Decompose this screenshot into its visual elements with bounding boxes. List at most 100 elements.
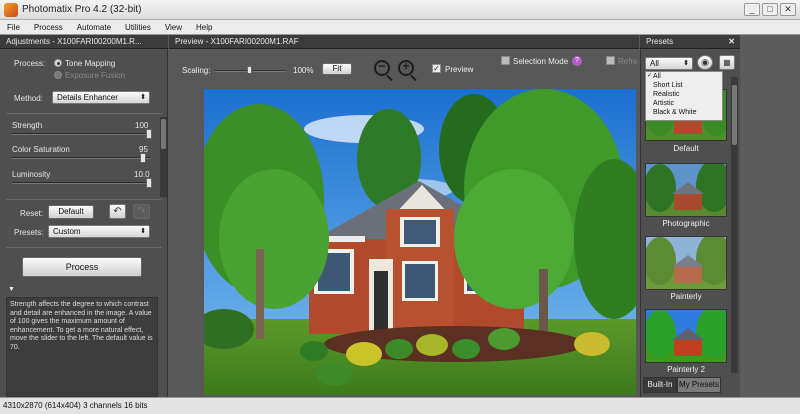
- presets-value: Custom: [53, 227, 81, 236]
- process-button[interactable]: Process: [22, 257, 142, 277]
- selection-mode-label: Selection Mode: [513, 57, 569, 66]
- thumb-photo: [646, 164, 726, 216]
- method-dropdown[interactable]: Details Enhancer ⬍: [52, 91, 150, 104]
- strength-track[interactable]: [12, 133, 150, 135]
- filter-option-black-white[interactable]: Black & White: [646, 108, 722, 117]
- undo-icon[interactable]: ↶: [109, 204, 126, 219]
- preview-toolbar: Scaling: 100% Fit − + ✓ Preview Selectio…: [169, 49, 639, 87]
- filter-option-short-list[interactable]: Short List: [646, 81, 722, 90]
- preview-checkbox[interactable]: ✓: [432, 64, 441, 73]
- zoom-in-icon[interactable]: +: [398, 59, 414, 76]
- window-controls: _ □ ✕: [744, 3, 796, 16]
- preset-label-default[interactable]: Default: [645, 144, 727, 153]
- preset-filter-value: All: [650, 59, 659, 68]
- adjustments-header: Adjustments - X100FARI00200M1.R...: [0, 35, 168, 49]
- method-label: Method:: [14, 94, 43, 103]
- scaling-label: Scaling:: [182, 66, 211, 75]
- refresh-label: Refre: [618, 57, 638, 66]
- preset-thumb-painterly-2[interactable]: [645, 309, 727, 363]
- filter-option-artistic[interactable]: Artistic: [646, 99, 722, 108]
- tab-built-in[interactable]: Built-In: [643, 377, 677, 393]
- tab-my-presets[interactable]: My Presets: [677, 377, 721, 393]
- menu-file[interactable]: File: [0, 20, 27, 34]
- divider: [6, 247, 162, 248]
- scrollbar-thumb[interactable]: [732, 85, 737, 145]
- preset-thumb-photographic[interactable]: [645, 163, 727, 217]
- strength-slider-thumb[interactable]: [146, 129, 152, 139]
- presets-header: Presets ✕: [640, 35, 740, 49]
- preset-options-icon[interactable]: ◉: [697, 55, 713, 70]
- menu-process[interactable]: Process: [27, 20, 70, 34]
- scaling-slider-thumb[interactable]: [247, 66, 252, 74]
- thumb-photo: [646, 237, 726, 289]
- preset-thumb-painterly[interactable]: [645, 236, 727, 290]
- default-button[interactable]: Default: [48, 205, 94, 219]
- adjustments-title: Adjustments - X100FARI00200M1.R...: [6, 37, 142, 46]
- redo-icon[interactable]: ↷: [133, 204, 150, 219]
- minimize-button[interactable]: _: [744, 3, 760, 16]
- filter-option-realistic[interactable]: Realistic: [646, 90, 722, 99]
- filter-option-all[interactable]: All: [646, 72, 722, 81]
- menu-automate[interactable]: Automate: [70, 20, 118, 34]
- method-value: Details Enhancer: [57, 93, 118, 102]
- menu-utilities[interactable]: Utilities: [118, 20, 158, 34]
- close-window-button[interactable]: ✕: [780, 3, 796, 16]
- saturation-label: Color Saturation: [12, 145, 70, 154]
- scrollbar-thumb[interactable]: [161, 119, 166, 149]
- presets-panel: All ⬍ ◉ ▦ All Short List Realistic Artis…: [640, 49, 740, 397]
- preset-label-painterly[interactable]: Painterly: [645, 292, 727, 301]
- presets-dropdown[interactable]: Custom ⬍: [48, 225, 150, 238]
- preset-label-painterly-2[interactable]: Painterly 2: [645, 365, 727, 374]
- presets-label: Presets:: [14, 228, 44, 237]
- preset-filter-menu: All Short List Realistic Artistic Black …: [645, 71, 723, 121]
- description-box: Strength affects the degree to which con…: [6, 297, 158, 397]
- status-bar: 4310x2870 (614x404) 3 channels 16 bits: [0, 397, 800, 414]
- presets-scrollbar[interactable]: [731, 77, 738, 373]
- zoom-out-icon[interactable]: −: [374, 59, 390, 76]
- presets-title: Presets: [646, 37, 674, 46]
- preview-label: Preview: [445, 65, 474, 74]
- thumb-photo: [646, 310, 726, 362]
- collapse-triangle-icon[interactable]: ▼: [8, 286, 15, 293]
- chevron-updown-icon: ⬍: [140, 228, 146, 235]
- selection-mode-checkbox[interactable]: [501, 56, 510, 65]
- adjustments-scrollbar[interactable]: [160, 117, 167, 197]
- window-title: Photomatix Pro 4.2 (32-bit): [22, 4, 142, 15]
- tone-mapping-label[interactable]: Tone Mapping: [65, 59, 115, 68]
- exposure-fusion-radio[interactable]: [54, 71, 62, 79]
- app-icon: [4, 3, 18, 17]
- maximize-button[interactable]: □: [762, 3, 778, 16]
- saturation-track[interactable]: [12, 157, 150, 159]
- chevron-updown-icon: ⬍: [140, 94, 146, 101]
- tone-mapping-radio[interactable]: [54, 59, 62, 67]
- fit-button[interactable]: Fit: [322, 63, 352, 75]
- menu-view[interactable]: View: [158, 20, 189, 34]
- luminosity-slider-thumb[interactable]: [146, 178, 152, 188]
- close-presets-icon[interactable]: ✕: [728, 35, 735, 49]
- scaling-value: 100%: [293, 66, 314, 75]
- chevron-updown-icon: ⬍: [683, 60, 689, 67]
- exposure-fusion-label[interactable]: Exposure Fusion: [65, 71, 125, 80]
- preview-header: Preview - X100FARI00200M1.RAF: [169, 35, 639, 49]
- menu-help[interactable]: Help: [189, 20, 219, 34]
- luminosity-label: Luminosity: [12, 170, 51, 179]
- preset-filter-dropdown[interactable]: All ⬍: [645, 57, 693, 70]
- divider: [6, 113, 162, 114]
- preset-label-photographic[interactable]: Photographic: [645, 219, 727, 228]
- empty-area: [741, 35, 800, 397]
- title-bar: Photomatix Pro 4.2 (32-bit) _ □ ✕: [0, 0, 800, 20]
- grid-view-icon[interactable]: ▦: [719, 55, 735, 70]
- luminosity-track[interactable]: [12, 182, 150, 184]
- preview-panel: Scaling: 100% Fit − + ✓ Preview Selectio…: [169, 49, 639, 397]
- reset-label: Reset:: [20, 209, 44, 218]
- house-photo: [204, 89, 636, 395]
- saturation-slider-thumb[interactable]: [140, 153, 146, 163]
- help-icon[interactable]: ?: [572, 56, 582, 66]
- refresh-checkbox[interactable]: [606, 56, 615, 65]
- menu-bar: File Process Automate Utilities View Hel…: [0, 20, 800, 35]
- adjustments-panel: Process: Tone Mapping Exposure Fusion Me…: [0, 49, 168, 397]
- process-label: Process:: [14, 59, 46, 68]
- strength-label: Strength: [12, 121, 43, 130]
- preview-image[interactable]: [204, 89, 636, 395]
- preview-title: Preview - X100FARI00200M1.RAF: [175, 37, 299, 46]
